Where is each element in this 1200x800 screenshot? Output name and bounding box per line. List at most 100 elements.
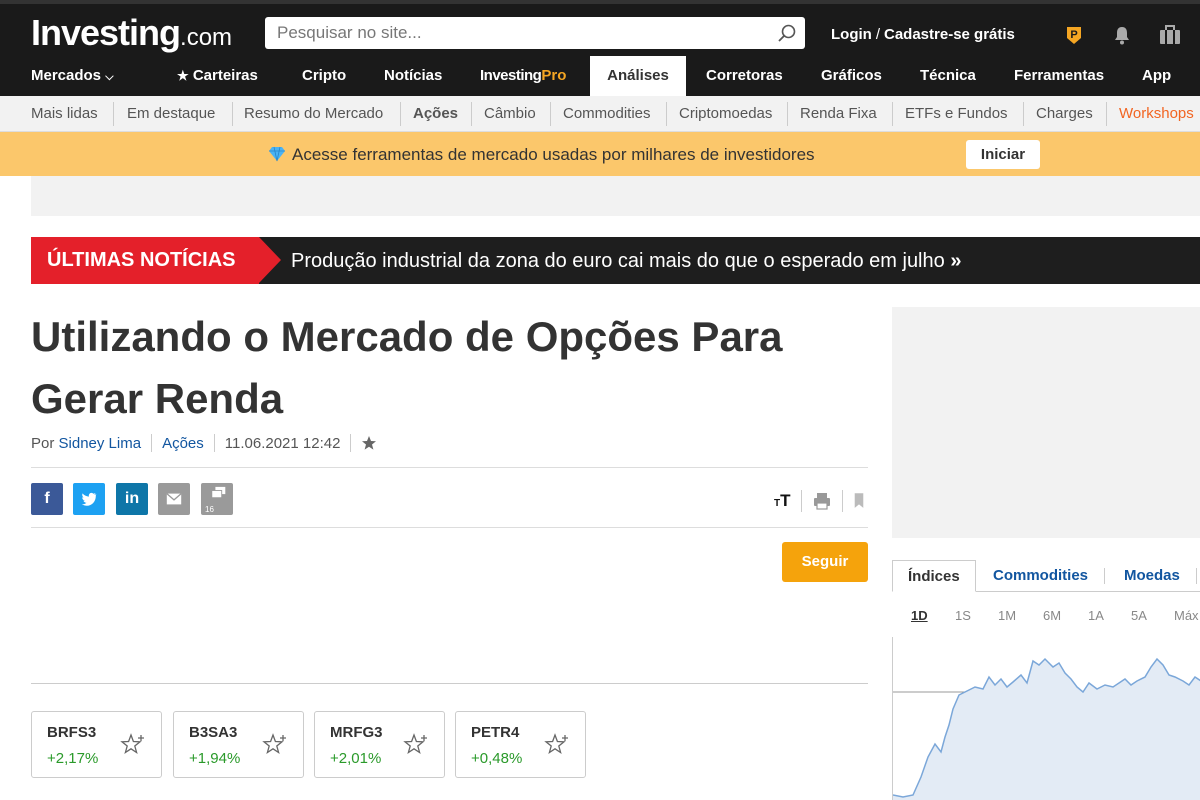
breaking-news-label: ÚLTIMAS NOTÍCIAS [31, 237, 259, 284]
nav-ferramentas[interactable]: Ferramentas [1014, 56, 1104, 96]
nav-app[interactable]: App [1142, 56, 1171, 96]
ticker-card[interactable]: B3SA3 +1,94% [173, 711, 304, 778]
add-favorite-star-icon[interactable] [544, 732, 570, 758]
main-nav: Mercados ⌵ ★ Carteiras Cripto Notícias I… [0, 56, 1200, 96]
ticker-change: +2,01% [330, 750, 382, 767]
tools-divider [841, 490, 843, 512]
subnav-etfs-fundos[interactable]: ETFs e Fundos [905, 96, 1008, 132]
portfolio-bag-icon[interactable] [1158, 25, 1182, 45]
bookmark-icon[interactable] [853, 491, 865, 511]
category-link[interactable]: Ações [162, 435, 204, 452]
subnav-commodities[interactable]: Commodities [563, 96, 651, 132]
author-link[interactable]: Sidney Lima [59, 435, 142, 452]
svg-text:P: P [1070, 29, 1077, 41]
ticker-card[interactable]: PETR4 +0,48% [455, 711, 586, 778]
index-mini-chart[interactable] [892, 637, 1200, 800]
search-input[interactable] [265, 17, 805, 49]
nav-label: Carteiras [192, 67, 258, 84]
tools-divider [800, 490, 802, 512]
ticker-card[interactable]: BRFS3 +2,17% [31, 711, 162, 778]
signup-link[interactable]: Cadastre-se grátis [884, 26, 1015, 43]
promo-start-button[interactable]: Iniciar [966, 140, 1040, 169]
subnav-divider [1023, 102, 1024, 126]
period-max[interactable]: Máx [1174, 608, 1199, 623]
byline-divider [350, 434, 352, 452]
diamond-icon [269, 146, 285, 162]
period-1d[interactable]: 1D [911, 608, 928, 623]
sidebar-ad-placeholder [892, 307, 1200, 538]
add-favorite-star-icon[interactable] [403, 732, 429, 758]
subnav-em-destaque[interactable]: Em destaque [127, 96, 215, 132]
subnav-workshops[interactable]: Workshops [1119, 96, 1194, 132]
period-1m[interactable]: 1M [998, 608, 1016, 623]
sub-nav: Mais lidas Em destaque Resumo do Mercado… [0, 96, 1200, 132]
nav-carteiras[interactable]: ★ Carteiras [177, 56, 258, 96]
subnav-acoes[interactable]: Ações [413, 96, 458, 132]
breaking-news-headline[interactable]: Produção industrial da zona do euro cai … [291, 250, 961, 273]
period-1a[interactable]: 1A [1088, 608, 1104, 623]
subnav-divider [550, 102, 551, 126]
subnav-charges[interactable]: Charges [1036, 96, 1093, 132]
twitter-bird-icon [81, 492, 97, 506]
tab-indices[interactable]: Índices [892, 560, 976, 592]
nav-graficos[interactable]: Gráficos [821, 56, 882, 96]
follow-button[interactable]: Seguir [782, 542, 868, 582]
tab-moedas[interactable]: Moedas [1124, 560, 1180, 592]
promo-message: Acesse ferramentas de mercado usadas por… [268, 145, 815, 165]
period-5a[interactable]: 5A [1131, 608, 1147, 623]
subnav-divider [1106, 102, 1107, 126]
tab-divider [1104, 568, 1105, 584]
divider [31, 467, 868, 468]
breaking-news-arrow [259, 237, 281, 283]
nav-noticias[interactable]: Notícias [384, 56, 442, 96]
share-facebook-button[interactable]: f [31, 483, 63, 515]
font-size-icon[interactable]: TT [774, 491, 791, 511]
ticker-change: +0,48% [471, 750, 523, 767]
comments-button[interactable]: 16 [201, 483, 233, 515]
add-favorite-star-icon[interactable] [120, 732, 146, 758]
nav-cripto[interactable]: Cripto [302, 56, 346, 96]
ticker-card[interactable]: MRFG3 +2,01% [314, 711, 445, 778]
nav-tecnica[interactable]: Técnica [920, 56, 976, 96]
share-linkedin-button[interactable]: in [116, 483, 148, 515]
nav-corretoras[interactable]: Corretoras [706, 56, 783, 96]
investingpro-icon[interactable]: P [1064, 25, 1084, 45]
nav-investingpro[interactable]: InvestingPro [480, 56, 566, 96]
save-star-icon[interactable] [361, 435, 377, 451]
share-twitter-button[interactable] [73, 483, 105, 515]
ticker-change: +1,94% [189, 750, 241, 767]
subnav-renda-fixa[interactable]: Renda Fixa [800, 96, 877, 132]
breaking-news-bar[interactable]: ÚLTIMAS NOTÍCIAS Produção industrial da … [31, 237, 1200, 284]
nav-analises[interactable]: Análises [590, 56, 686, 96]
tab-commodities[interactable]: Commodities [993, 560, 1088, 592]
font-size-large: T [780, 491, 791, 510]
article-tools: TT [774, 490, 865, 512]
nav-mercados[interactable]: Mercados ⌵ [31, 56, 114, 96]
auth-links: Login / Cadastre-se grátis [831, 26, 1015, 43]
comments-icon [211, 486, 226, 499]
market-tabs: Índices Commodities Moedas [892, 560, 1200, 592]
subnav-divider [232, 102, 233, 126]
share-email-button[interactable] [158, 483, 190, 515]
nav-label: Mercados [31, 67, 102, 84]
site-logo[interactable]: Investing.com [31, 12, 232, 54]
period-1s[interactable]: 1S [955, 608, 971, 623]
article-datetime: 11.06.2021 12:42 [224, 434, 341, 452]
period-6m[interactable]: 6M [1043, 608, 1061, 623]
subnav-divider [471, 102, 472, 126]
subnav-divider [666, 102, 667, 126]
subnav-divider [400, 102, 401, 126]
login-link[interactable]: Login [831, 26, 872, 43]
top-bar: Investing.com Login/Cadastre-se grátis P [0, 0, 1200, 60]
subnav-resumo-mercado[interactable]: Resumo do Mercado [244, 96, 383, 132]
promo-banner: Acesse ferramentas de mercado usadas por… [0, 132, 1200, 176]
add-favorite-star-icon[interactable] [262, 732, 288, 758]
subnav-cambio[interactable]: Câmbio [484, 96, 536, 132]
ticker-symbol: BRFS3 [47, 724, 97, 741]
subnav-mais-lidas[interactable]: Mais lidas [31, 96, 98, 132]
print-icon[interactable] [812, 491, 832, 511]
subnav-criptomoedas[interactable]: Criptomoedas [679, 96, 772, 132]
bell-icon[interactable] [1112, 25, 1132, 45]
promo-text: Acesse ferramentas de mercado usadas por… [292, 145, 815, 164]
search-icon[interactable] [777, 23, 797, 43]
